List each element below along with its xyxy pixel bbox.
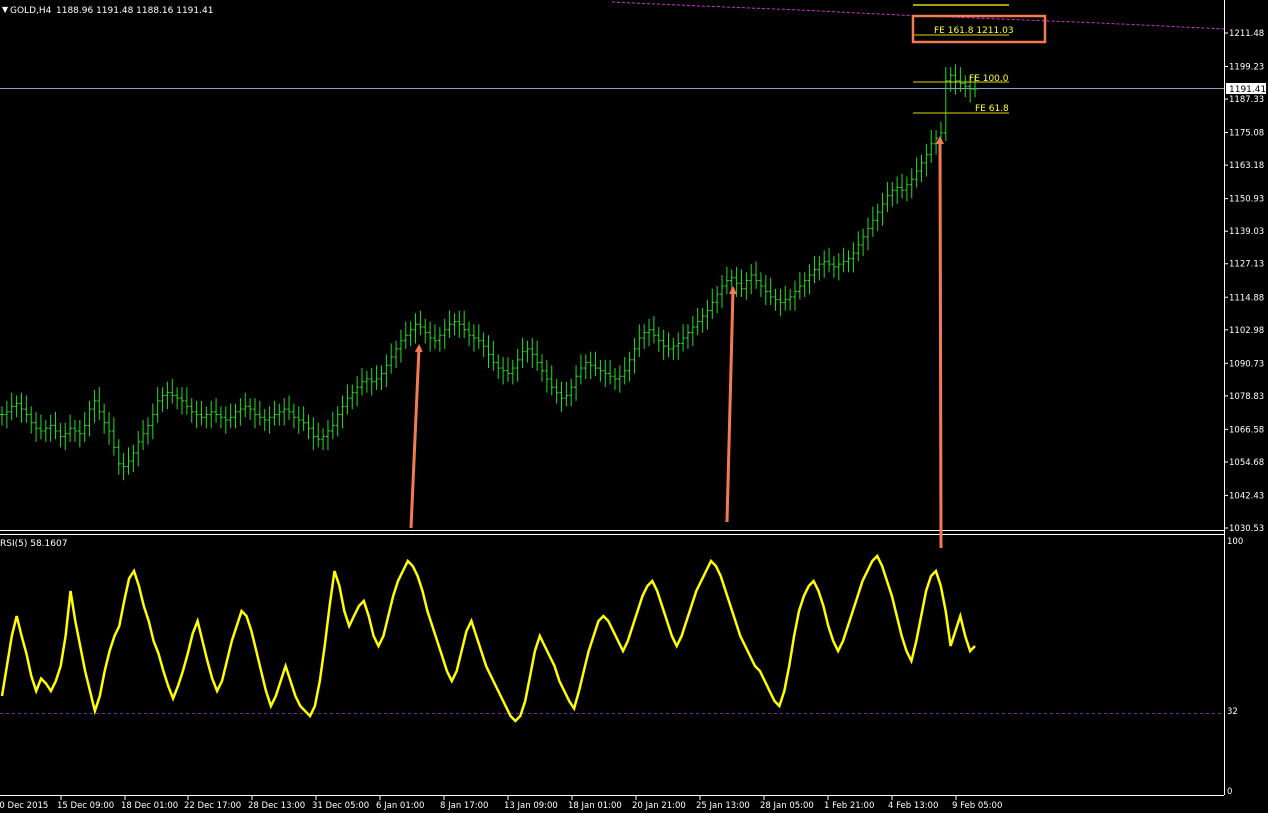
fib-label-100: FE 100.0 — [969, 74, 1009, 84]
time-tick-label: 20 Jan 21:00 — [632, 801, 686, 811]
rsi-tick-label: 0 — [1227, 787, 1232, 797]
price-tick-label: 1175.08 — [1229, 129, 1264, 139]
symbol-label: GOLD,H4 — [10, 6, 52, 16]
price-tick-label: 1078.83 — [1229, 392, 1264, 402]
ohlc-label: 1188.96 1191.48 1188.16 1191.41 — [56, 6, 213, 16]
price-tick-label: 1114.88 — [1229, 293, 1264, 303]
price-tick-label: 1090.73 — [1229, 359, 1264, 369]
header-arrow-icon: ▼ — [2, 5, 9, 14]
price-tick-label: 1066.58 — [1229, 425, 1264, 435]
time-tick-label: 8 Jan 17:00 — [440, 801, 488, 811]
current-price-label: 1191.41 — [1229, 85, 1266, 95]
price-tick-label: 1102.98 — [1229, 326, 1264, 336]
time-tick-label: 18 Jan 01:00 — [568, 801, 622, 811]
price-tick-label: 1150.93 — [1229, 195, 1264, 205]
time-tick-label: 15 Dec 09:00 — [57, 801, 114, 811]
annotation-arrow-3 — [936, 136, 945, 549]
rsi-tick-label: 32 — [1227, 707, 1238, 717]
price-tick-label: 1042.43 — [1229, 491, 1264, 501]
fib-label-618: FE 61.8 — [975, 104, 1009, 114]
time-tick-label: 25 Jan 13:00 — [696, 801, 750, 811]
time-tick-label: 10 Dec 2015 — [0, 801, 48, 811]
time-tick-label: 22 Dec 17:00 — [184, 801, 241, 811]
time-tick-label: 4 Feb 13:00 — [888, 801, 938, 811]
price-tick-label: 1199.23 — [1229, 63, 1264, 73]
rsi-header-label: RSI(5) 58.1607 — [0, 539, 67, 549]
time-tick-label: 18 Dec 01:00 — [121, 801, 178, 811]
fib-label-1618: FE 161.8 1211.03 — [934, 26, 1014, 36]
time-tick-label: 13 Jan 09:00 — [504, 801, 558, 811]
price-tick-label: 1054.68 — [1229, 458, 1264, 468]
price-tick-label: 1163.18 — [1229, 161, 1264, 171]
time-tick-label: 9 Feb 05:00 — [952, 801, 1002, 811]
time-tick-label: 28 Jan 05:00 — [760, 801, 814, 811]
price-tick-label: 1139.03 — [1229, 227, 1264, 237]
rsi-tick-label: 100 — [1227, 537, 1243, 547]
price-tick-label: 1127.13 — [1229, 260, 1264, 270]
price-tick-label: 1030.53 — [1229, 524, 1264, 534]
price-tick-label: 1211.48 — [1229, 29, 1264, 39]
time-tick-label: 31 Dec 05:00 — [312, 801, 369, 811]
time-tick-label: 1 Feb 21:00 — [824, 801, 874, 811]
time-tick-label: 6 Jan 01:00 — [376, 801, 424, 811]
time-tick-label: 28 Dec 13:00 — [248, 801, 305, 811]
price-tick-label: 1187.33 — [1229, 95, 1264, 105]
chart-area: 1211.48 1199.23 1187.33 1175.08 1163.18 1150.… — [0, 0, 1268, 813]
